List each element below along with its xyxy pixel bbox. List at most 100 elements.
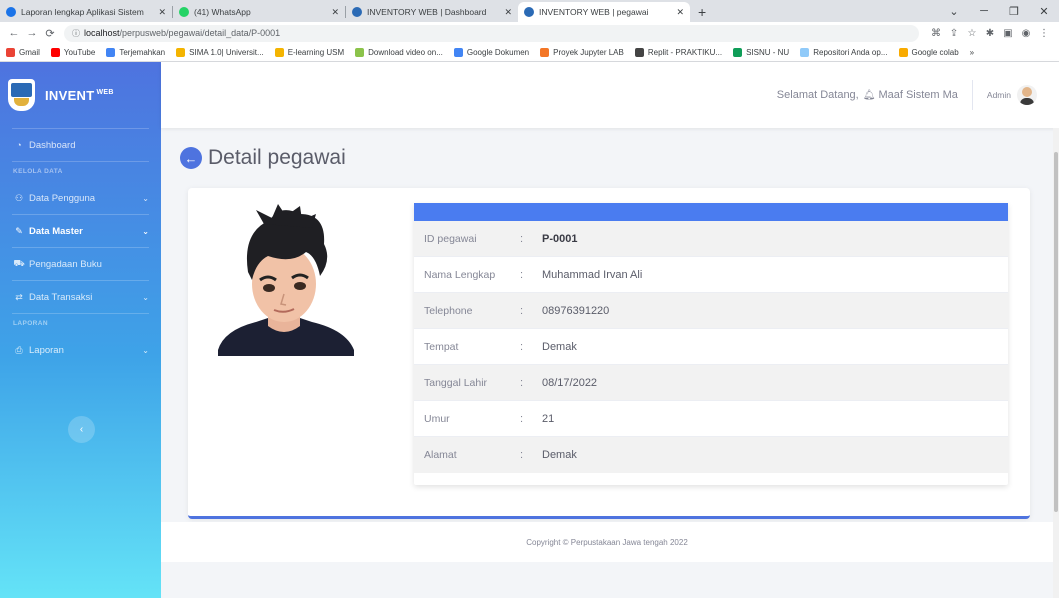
bookmark-replit[interactable]: Replit - PRAKTIKU... — [634, 48, 722, 57]
back-nav-icon[interactable]: ← — [6, 27, 22, 39]
bookmark-google-docs[interactable]: Google Dokumen — [453, 48, 529, 57]
browser-tab-dashboard[interactable]: INVENTORY WEB | Dashboard ✕ — [346, 2, 518, 22]
row-value: Muhammad Irvan Ali — [542, 268, 643, 281]
address-bar-row: ← → ⟳ ⓘ localhost/perpusweb/pegawai/deta… — [0, 22, 1059, 44]
table-row: Tempat : Demak — [414, 329, 1008, 365]
bell-icon[interactable]: 🔔︎ — [863, 90, 876, 101]
tab-title: Laporan lengkap Aplikasi Sistem — [21, 7, 144, 17]
site-info-icon[interactable]: ⓘ — [72, 28, 80, 39]
user-name[interactable]: Admin — [987, 90, 1011, 100]
chevron-left-icon: ‹ — [79, 424, 84, 435]
sidebar-item-laporan[interactable]: ⎙ Laporan ⌄ — [0, 334, 161, 366]
table-row: Telephone : 08976391220 — [414, 293, 1008, 329]
bookmark-repositori[interactable]: Repositori Anda op... — [800, 48, 888, 57]
row-label: ID pegawai — [424, 232, 477, 245]
users-icon: ⚇ — [14, 192, 24, 203]
tab-search-icon[interactable]: ⌄ — [939, 5, 969, 18]
row-value: 08/17/2022 — [542, 376, 598, 389]
bookmark-elearning[interactable]: E-learning USM — [274, 48, 344, 57]
maximize-icon[interactable]: ❐ — [999, 5, 1029, 18]
bookmark-gmail[interactable]: Gmail — [6, 48, 40, 57]
browser-tab-pegawai[interactable]: INVENTORY WEB | pegawai ✕ — [518, 2, 690, 22]
table-row: Nama Lengkap : Muhammad Irvan Ali — [414, 257, 1008, 293]
row-label: Umur — [424, 412, 450, 425]
row-value: Demak — [542, 340, 577, 353]
colab-icon — [898, 48, 908, 57]
chevron-down-icon: ⌄ — [142, 193, 149, 203]
browser-tab-whatsapp[interactable]: (41) WhatsApp ✕ — [173, 2, 345, 22]
translate-icon[interactable]: ⌘ — [927, 28, 945, 39]
sisnu-icon — [733, 48, 743, 57]
bookmark-youtube[interactable]: YouTube — [50, 48, 95, 57]
welcome-message: Selamat Datang, 🔔︎ Maaf Sistem Ma — [776, 89, 958, 101]
chevron-down-icon: ⌄ — [142, 292, 149, 302]
table-row: Tanggal Lahir : 08/17/2022 — [414, 365, 1008, 401]
close-tab-icon[interactable]: ✕ — [331, 7, 339, 18]
replit-icon — [634, 48, 644, 57]
url-input[interactable]: ⓘ localhost/perpusweb/pegawai/detail_dat… — [64, 24, 919, 42]
profile-icon[interactable]: ◉ — [1017, 28, 1035, 39]
chevron-down-icon: ⌄ — [142, 226, 149, 236]
close-tab-icon[interactable]: ✕ — [158, 7, 166, 18]
sidebar-item-data-master[interactable]: ✎ Data Master ⌄ — [0, 215, 161, 247]
bookmark-sisnu[interactable]: SISNU - NU — [733, 48, 789, 57]
jupyter-icon — [540, 48, 550, 57]
sidebar-item-label: Laporan — [29, 344, 64, 356]
sidebar-item-pengadaan-buku[interactable]: ⛟ Pengadaan Buku — [0, 248, 161, 280]
youtube-icon — [50, 48, 60, 57]
url-path: /perpusweb/pegawai/detail_data/P-0001 — [119, 28, 281, 38]
close-tab-icon[interactable]: ✕ — [676, 7, 684, 18]
sidebar-item-data-pengguna[interactable]: ⚇ Data Pengguna ⌄ — [0, 182, 161, 214]
logo-icon — [8, 79, 35, 111]
sidebar-toggle-button[interactable]: ‹ — [68, 416, 95, 443]
bookmark-jupyter[interactable]: Proyek Jupyter LAB — [540, 48, 624, 57]
tab-title: INVENTORY WEB | pegawai — [539, 7, 649, 17]
download-icon — [355, 48, 365, 57]
table-row: Alamat : Demak — [414, 437, 1008, 473]
bookmark-star-icon[interactable]: ☆ — [963, 28, 981, 39]
extensions-icon[interactable]: ✱ — [981, 28, 999, 39]
sidepanel-icon[interactable]: ▣ — [999, 28, 1017, 39]
page-scrollbar[interactable] — [1053, 128, 1059, 598]
tab-title: (41) WhatsApp — [194, 7, 251, 17]
bookmarks-overflow-icon[interactable]: » — [970, 48, 974, 57]
table-row: ID pegawai : P-0001 — [414, 221, 1008, 257]
sidebar-item-label: Data Pengguna — [29, 192, 96, 204]
row-label: Tempat — [424, 340, 459, 353]
sidebar-item-label: Pengadaan Buku — [29, 258, 102, 270]
share-icon[interactable]: ⇪ — [945, 28, 963, 39]
footer: Copyright © Perpustakaan Jawa tengah 202… — [161, 522, 1053, 562]
forward-nav-icon[interactable]: → — [24, 27, 40, 39]
chevron-down-icon: ⌄ — [142, 345, 149, 355]
back-button[interactable]: ← — [180, 147, 202, 169]
sidebar-item-dashboard[interactable]: ◔ Dashboard — [0, 129, 161, 161]
sidebar-heading-laporan: LAPORAN — [13, 320, 48, 327]
close-tab-icon[interactable]: ✕ — [504, 7, 512, 18]
dashboard-icon: ◔ — [16, 140, 22, 150]
new-tab-button[interactable]: + — [690, 2, 714, 22]
page-heading: ← Detail pegawai — [180, 146, 346, 170]
bookmark-download-video[interactable]: Download video on... — [355, 48, 443, 57]
brand[interactable]: INVENT WEB — [0, 62, 161, 128]
sidebar-item-data-transaksi[interactable]: ⇄ Data Transaksi ⌄ — [0, 281, 161, 313]
page-title: Detail pegawai — [208, 146, 346, 169]
sidebar-item-label: Dashboard — [29, 139, 76, 151]
bookmark-colab[interactable]: Google colab — [898, 48, 959, 57]
browser-tab-laporan[interactable]: Laporan lengkap Aplikasi Sistem ✕ — [0, 2, 172, 22]
menu-dots-icon[interactable]: ⋮ — [1035, 28, 1053, 39]
reload-icon[interactable]: ⟳ — [42, 27, 58, 40]
detail-table: ID pegawai : P-0001 Nama Lengkap : Muham… — [414, 203, 1008, 485]
employee-photo — [218, 204, 354, 356]
bookmark-translate[interactable]: Terjemahkan — [106, 48, 165, 57]
minimize-icon[interactable]: ─ — [969, 5, 999, 17]
repository-icon — [800, 48, 810, 57]
close-window-icon[interactable]: ✕ — [1029, 5, 1059, 18]
bookmarks-bar: Gmail YouTube Terjemahkan SIMA 1.0| Univ… — [0, 44, 1059, 62]
scrollbar-thumb[interactable] — [1054, 152, 1058, 512]
window-controls: ⌄ ─ ❐ ✕ — [939, 0, 1059, 22]
bookmark-sima[interactable]: SIMA 1.0| Universit... — [176, 48, 264, 57]
row-value: 08976391220 — [542, 304, 610, 317]
avatar[interactable] — [1017, 85, 1037, 105]
copyright-text: Copyright © Perpustakaan Jawa tengah 202… — [526, 537, 688, 547]
sidebar-item-label: Data Master — [29, 225, 83, 237]
